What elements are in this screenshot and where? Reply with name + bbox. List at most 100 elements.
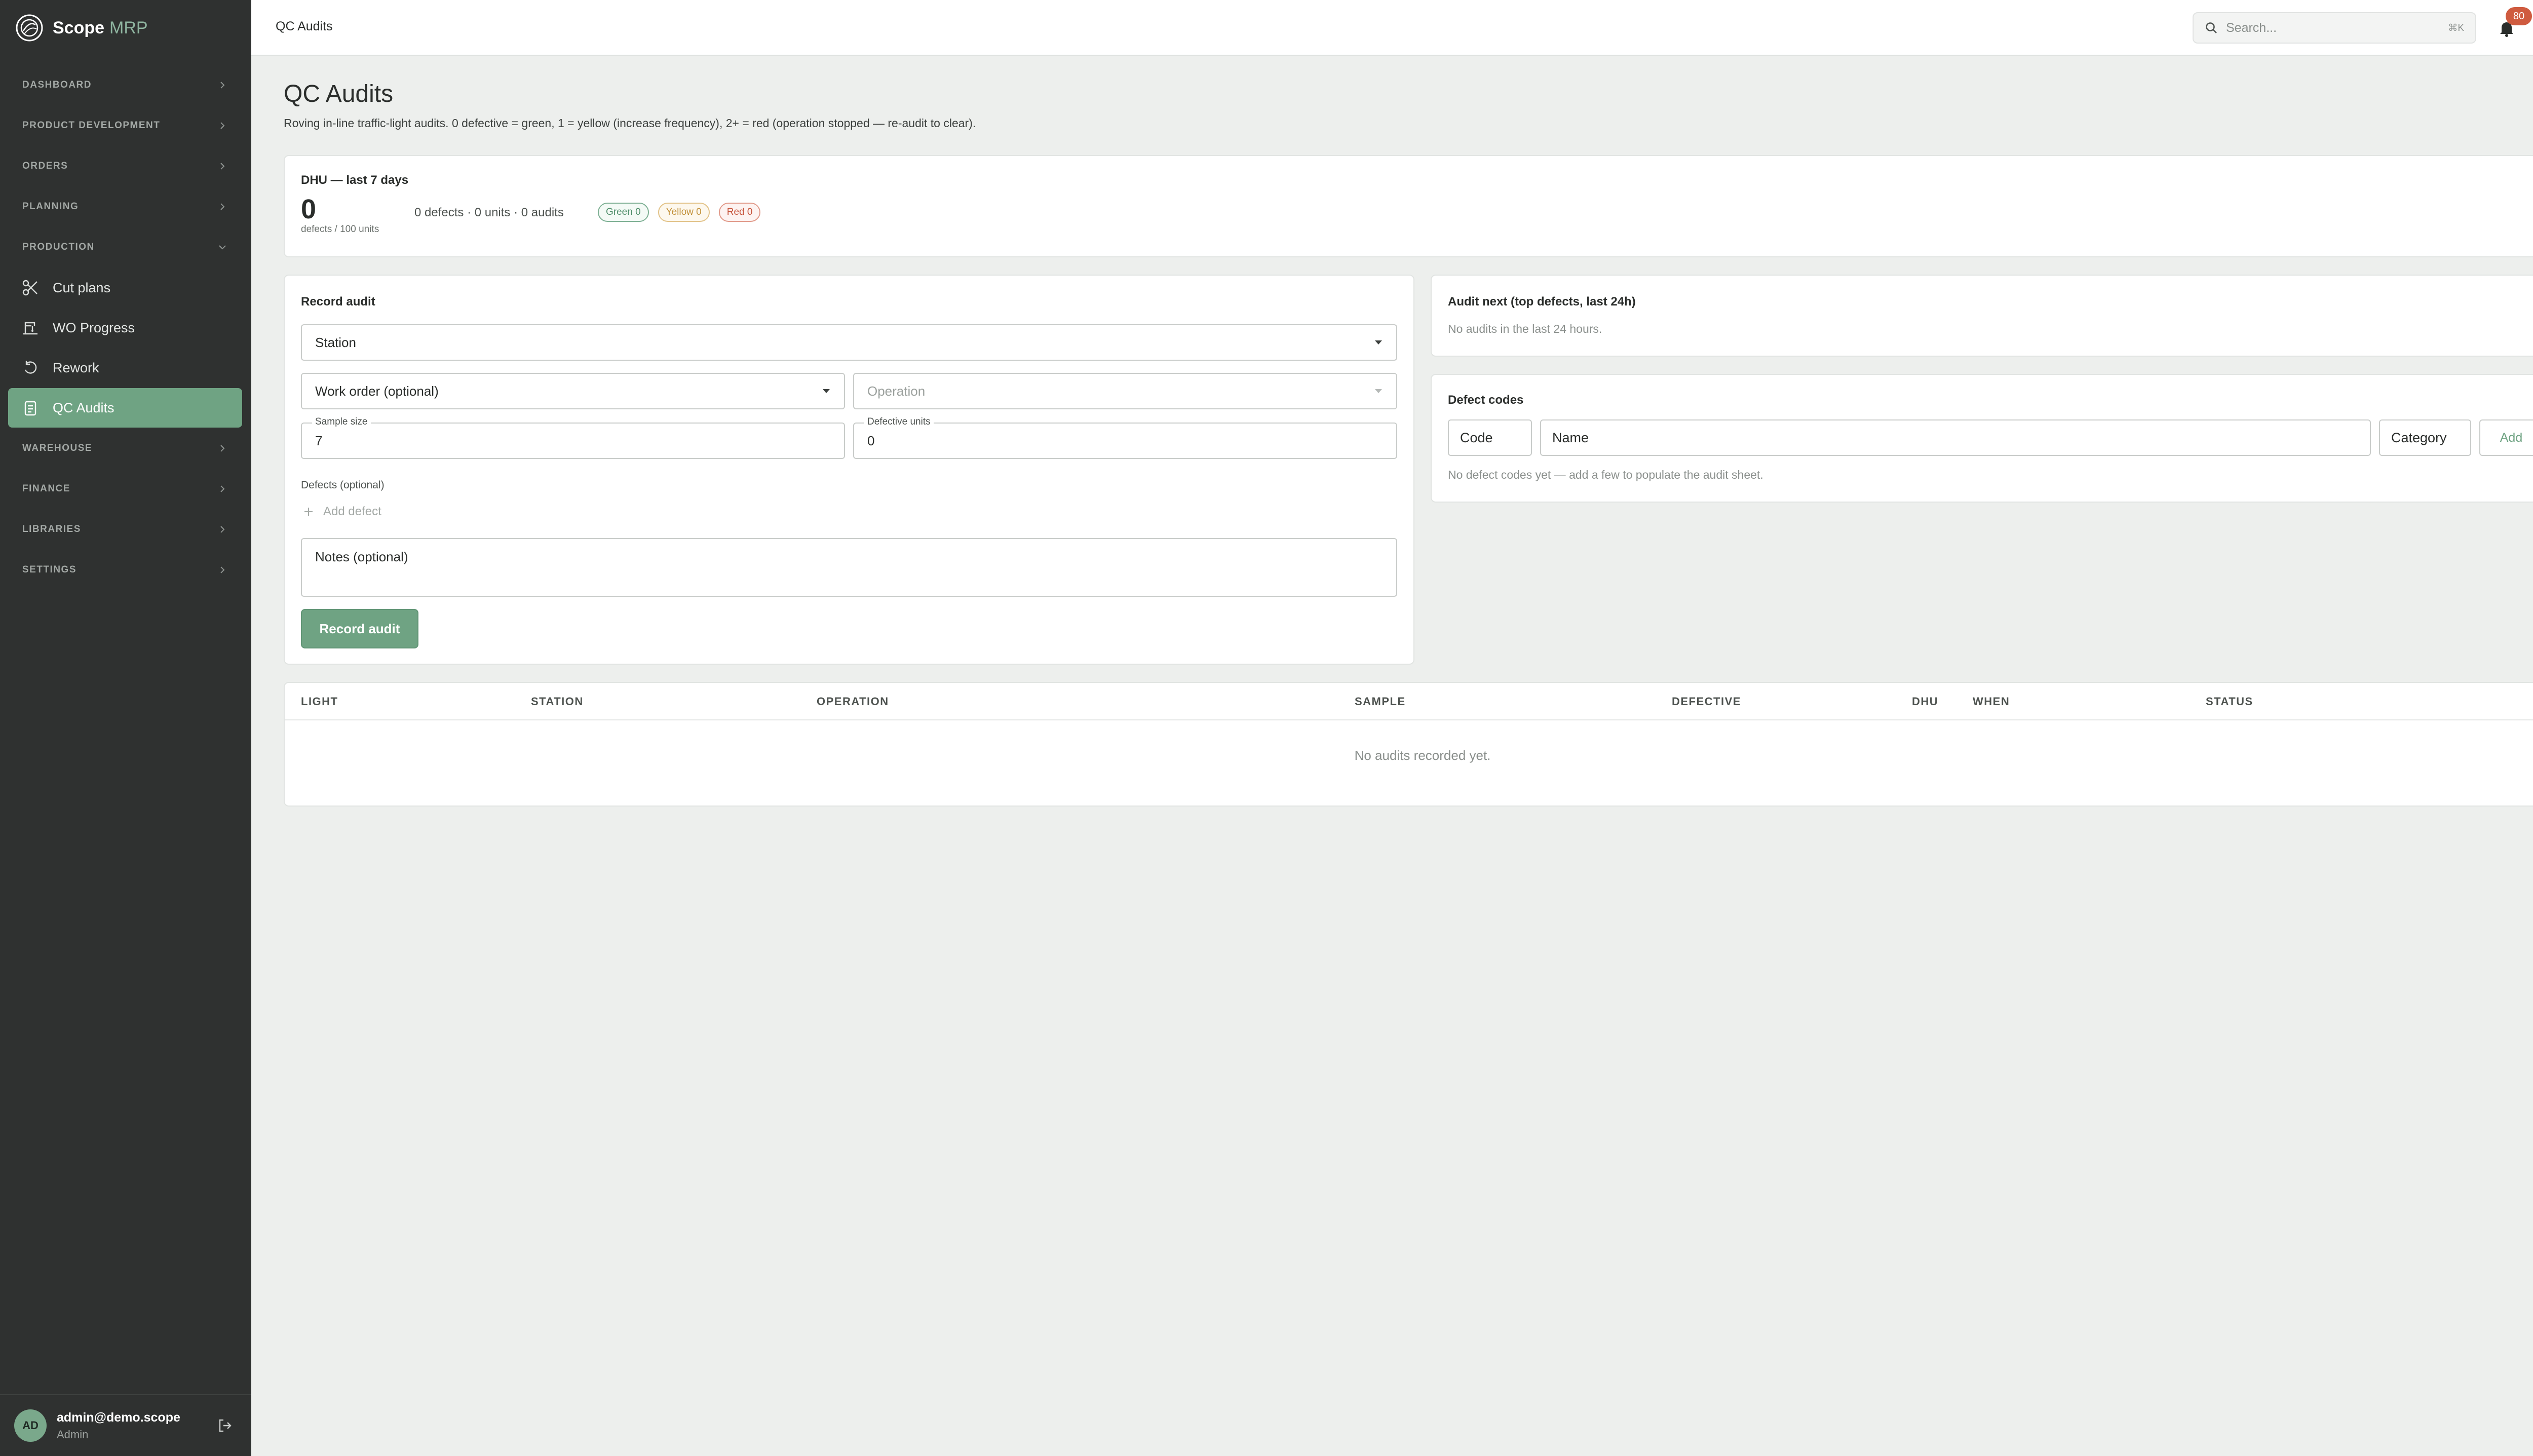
notification-badge[interactable]: 80	[2506, 7, 2532, 25]
page-description: Roving in-line traffic-light audits. 0 d…	[284, 117, 976, 130]
column-header-status[interactable]: STATUS	[2206, 695, 2253, 708]
record-audit-button[interactable]: Record audit	[301, 609, 418, 648]
user-email: admin@demo.scope	[57, 1410, 180, 1425]
dhu-card: DHU — last 7 days 0 defects / 100 units …	[284, 155, 2533, 257]
sidebar-item-qc-audits[interactable]: QC Audits	[8, 388, 242, 428]
add-defect-code-button[interactable]: Add	[2479, 419, 2533, 456]
column-header-sample[interactable]: SAMPLE	[1355, 695, 1406, 708]
record-audit-title: Record audit	[301, 295, 375, 309]
search-icon	[2206, 22, 2217, 33]
status-pills: Green 0 Yellow 0 Red 0	[598, 203, 761, 222]
sidebar-section-finance[interactable]: FINANCE	[8, 469, 242, 509]
defective-units-label: Defective units	[864, 416, 934, 428]
column-header-dhu[interactable]: DHU	[1912, 695, 1938, 708]
sidebar-section-product-development[interactable]: PRODUCT DEVELOPMENT	[8, 105, 242, 146]
rework-icon	[24, 361, 37, 374]
user-panel: AD admin@demo.scope Admin	[0, 1394, 251, 1456]
sidebar: Scope MRP DASHBOARD PRODUCT DEVELOPMENT …	[0, 0, 251, 1456]
sample-size-field[interactable]: 7	[301, 423, 845, 459]
brand-suffix: MRP	[109, 18, 148, 37]
chevron-right-icon	[220, 526, 225, 533]
caret-down-icon	[823, 389, 830, 393]
work-order-select[interactable]: Work order (optional)	[301, 373, 845, 409]
status-badge-green: Green 0	[598, 203, 649, 222]
sidebar-section-production[interactable]: PRODUCTION	[8, 227, 242, 267]
work-order-select-value: Work order (optional)	[315, 383, 439, 399]
dhu-value: 0	[301, 194, 317, 224]
sidebar-item-label: QC Audits	[53, 400, 114, 415]
sidebar-section-label: DASHBOARD	[22, 80, 92, 90]
audit-next-empty: No audits in the last 24 hours.	[1448, 322, 1602, 335]
add-defect-label: Add defect	[323, 505, 381, 518]
table-header: LIGHT STATION OPERATION SAMPLE DEFECTIVE…	[285, 683, 2533, 720]
brand-name: Scope	[53, 18, 105, 37]
column-header-when[interactable]: WHEN	[1973, 695, 2010, 708]
column-header-operation[interactable]: OPERATION	[817, 695, 889, 708]
audit-next-card: Audit next (top defects, last 24h) No au…	[1431, 275, 2533, 357]
sidebar-section-orders[interactable]: ORDERS	[8, 146, 242, 186]
sidebar-section-label: PRODUCTION	[22, 242, 95, 252]
column-header-light[interactable]: LIGHT	[301, 695, 338, 708]
dhu-title: DHU — last 7 days	[301, 173, 409, 187]
defect-category-input[interactable]: Category	[2379, 419, 2471, 456]
defect-category-placeholder: Category	[2391, 430, 2447, 445]
sidebar-section-label: FINANCE	[22, 483, 70, 494]
brand[interactable]: Scope MRP	[15, 13, 148, 43]
sidebar-section-dashboard[interactable]: DASHBOARD	[8, 65, 242, 105]
search-box[interactable]: ⌘K	[2193, 12, 2476, 44]
caret-down-icon	[1375, 389, 1382, 393]
search-input[interactable]	[2226, 20, 2429, 35]
defective-units-value: 0	[867, 433, 875, 448]
sidebar-section-libraries[interactable]: LIBRARIES	[8, 509, 242, 550]
defect-code-placeholder: Code	[1460, 430, 1493, 445]
station-select-value: Station	[315, 334, 356, 350]
add-defect-button[interactable]: Add defect	[303, 505, 381, 519]
avatar[interactable]: AD	[14, 1409, 47, 1442]
status-badge-yellow: Yellow 0	[658, 203, 710, 222]
notes-textarea[interactable]: Notes (optional)	[301, 538, 1397, 597]
record-audit-card: Record audit Station Work order (optiona…	[284, 275, 1414, 665]
defect-code-input[interactable]: Code	[1448, 419, 1532, 456]
notes-placeholder: Notes (optional)	[315, 549, 408, 564]
audits-table: LIGHT STATION OPERATION SAMPLE DEFECTIVE…	[284, 682, 2533, 807]
table-empty-state: No audits recorded yet.	[1354, 748, 1491, 763]
column-header-defective[interactable]: DEFECTIVE	[1672, 695, 1741, 708]
chevron-right-icon	[220, 82, 225, 89]
scissors-icon	[22, 280, 37, 296]
operation-select[interactable]: Operation	[853, 373, 1397, 409]
defect-codes-empty: No defect codes yet — add a few to popul…	[1448, 468, 1763, 481]
sidebar-section-warehouse[interactable]: WAREHOUSE	[8, 428, 242, 469]
clipboard-check-icon	[24, 401, 36, 416]
page-title: QC Audits	[284, 81, 394, 107]
sidebar-item-wo-progress[interactable]: WO Progress	[8, 308, 242, 348]
sidebar-section-label: LIBRARIES	[22, 524, 81, 534]
sidebar-section-settings[interactable]: SETTINGS	[8, 550, 242, 590]
defect-name-input[interactable]: Name	[1540, 419, 2371, 456]
operation-select-value: Operation	[867, 383, 926, 399]
defective-units-field[interactable]: 0	[853, 423, 1397, 459]
sidebar-item-cut-plans[interactable]: Cut plans	[8, 268, 242, 308]
user-role: Admin	[57, 1428, 89, 1441]
caret-down-icon	[1375, 340, 1382, 344]
defect-codes-title: Defect codes	[1448, 393, 1524, 407]
sidebar-section-label: WAREHOUSE	[22, 443, 93, 453]
chevron-right-icon	[220, 445, 225, 452]
sample-size-value: 7	[315, 433, 323, 448]
chevron-right-icon	[220, 566, 225, 573]
column-header-station[interactable]: STATION	[531, 695, 584, 708]
status-badge-red: Red 0	[718, 203, 761, 222]
sidebar-section-label: PLANNING	[22, 201, 79, 212]
station-select[interactable]: Station	[301, 324, 1397, 361]
dhu-stats: 0 defects · 0 units · 0 audits	[414, 206, 564, 219]
sidebar-section-planning[interactable]: PLANNING	[8, 186, 242, 227]
sidebar-section-label: SETTINGS	[22, 564, 77, 575]
sidebar-item-label: WO Progress	[53, 320, 135, 335]
defect-codes-card: Defect codes Code Name Category Add No d…	[1431, 374, 2533, 503]
sidebar-nav: DASHBOARD PRODUCT DEVELOPMENT ORDERS PLA…	[8, 65, 242, 590]
defect-name-placeholder: Name	[1552, 430, 1589, 445]
user-info: admin@demo.scope Admin	[57, 1410, 180, 1441]
sidebar-item-rework[interactable]: Rework	[8, 348, 242, 388]
search-shortcut: ⌘K	[2448, 22, 2464, 33]
logout-icon[interactable]	[217, 1417, 233, 1434]
chevron-right-icon	[220, 163, 225, 170]
